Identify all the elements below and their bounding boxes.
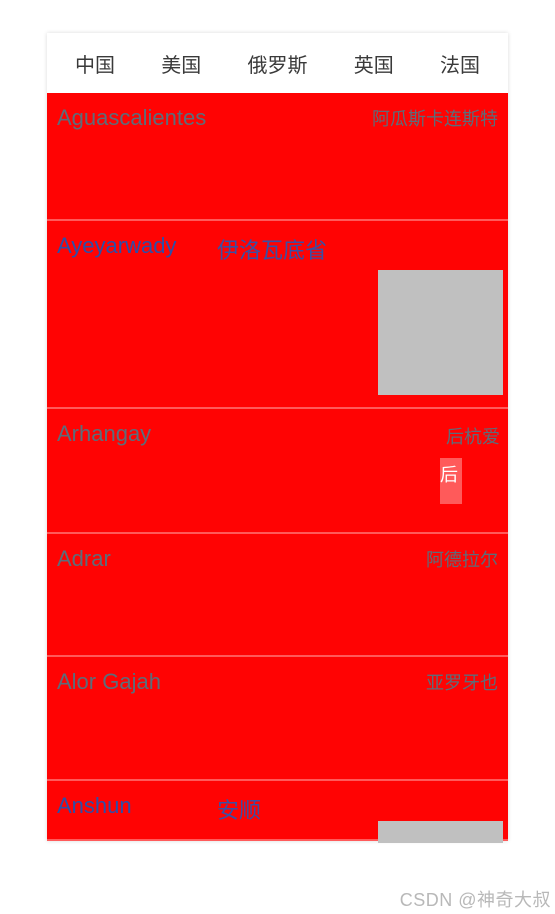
- region-name-en: Aguascalientes: [57, 105, 206, 131]
- tab-uk[interactable]: 英国: [354, 49, 394, 78]
- list-item[interactable]: Arhangay 后杭爱: [47, 409, 508, 534]
- region-name-en: Alor Gajah: [57, 669, 161, 695]
- tab-russia[interactable]: 俄罗斯: [248, 49, 308, 78]
- list-item[interactable]: Ayeyarwady 伊洛瓦底省: [47, 221, 508, 409]
- app-container: 中国 美国 俄罗斯 英国 法国 Aguascalientes 阿瓜斯卡连斯特 A…: [47, 33, 508, 841]
- region-name-cn: 安顺: [217, 793, 261, 825]
- region-name-cn: 亚罗牙也: [426, 669, 498, 695]
- region-list[interactable]: Aguascalientes 阿瓜斯卡连斯特 Ayeyarwady 伊洛瓦底省 …: [47, 93, 508, 841]
- list-item[interactable]: Adrar 阿德拉尔: [47, 534, 508, 657]
- tab-france[interactable]: 法国: [440, 49, 480, 78]
- region-name-en: Arhangay: [57, 421, 151, 447]
- watermark-text: CSDN @神奇大叔: [400, 886, 551, 912]
- region-name-cn: 阿德拉尔: [426, 546, 498, 572]
- region-name-en: Ayeyarwady: [57, 233, 176, 259]
- tab-bar: 中国 美国 俄罗斯 英国 法国: [47, 33, 508, 93]
- tab-usa[interactable]: 美国: [161, 49, 201, 78]
- region-name-en: Adrar: [57, 546, 111, 572]
- region-name-cn: 阿瓜斯卡连斯特: [372, 105, 498, 131]
- region-name-cn: 后杭爱: [446, 423, 500, 449]
- list-item[interactable]: Alor Gajah 亚罗牙也: [47, 657, 508, 781]
- region-name-en: Anshun: [57, 793, 132, 819]
- tab-china[interactable]: 中国: [75, 49, 115, 78]
- list-item[interactable]: Anshun 安顺: [47, 781, 508, 841]
- list-item[interactable]: Aguascalientes 阿瓜斯卡连斯特: [47, 93, 508, 221]
- image-placeholder-icon: [378, 821, 503, 843]
- image-placeholder-icon: [378, 270, 503, 395]
- scroll-indicator-label: 后: [440, 461, 458, 487]
- region-name-cn: 伊洛瓦底省: [217, 233, 327, 265]
